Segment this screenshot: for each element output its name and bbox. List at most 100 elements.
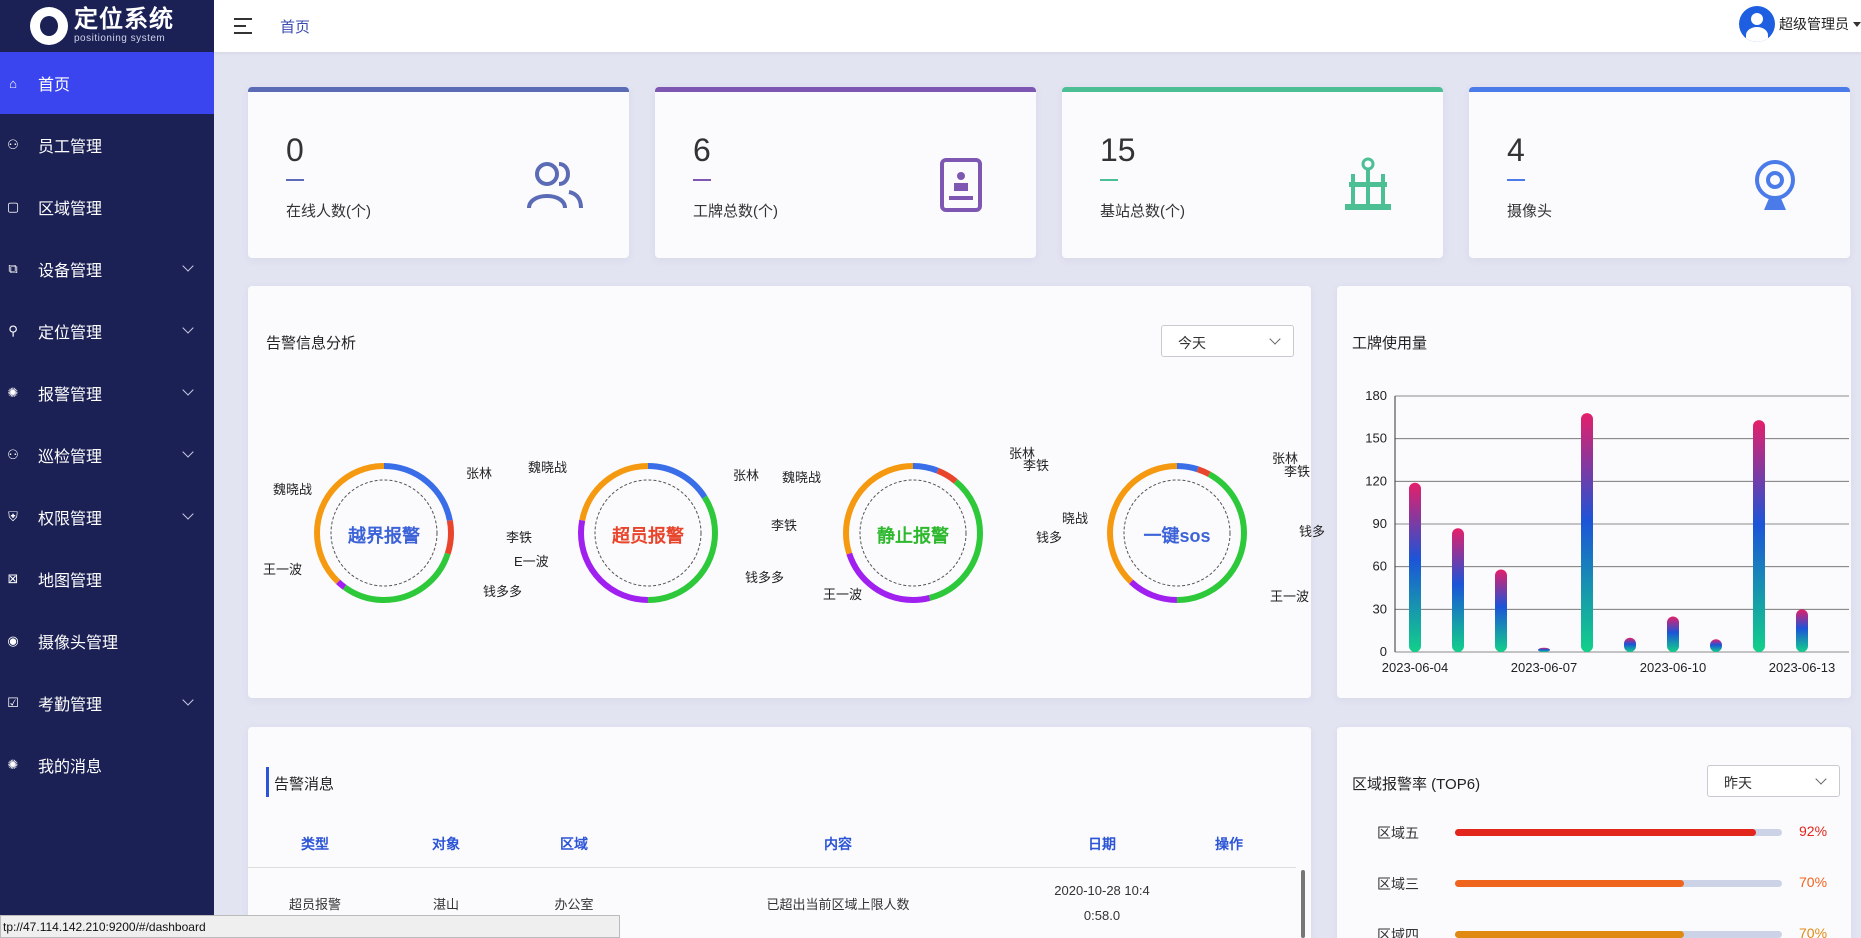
stat-value: 15	[1100, 132, 1136, 168]
y-tick-label: 90	[1373, 516, 1387, 531]
alarm-analysis-title: 告警信息分析	[266, 335, 357, 352]
table-header-cell[interactable]: 对象	[396, 834, 496, 854]
breadcrumb[interactable]: 首页	[280, 16, 310, 37]
stat-underline	[286, 179, 304, 181]
area-rate-value: 70%	[1799, 874, 1828, 890]
x-tick-label: 2023-06-04	[1382, 660, 1449, 675]
sidebar-item-7[interactable]: ⛨ 权限管理	[0, 486, 214, 548]
y-tick-label: 120	[1365, 473, 1387, 488]
area-rate-track	[1455, 880, 1782, 887]
chevron-down-icon	[182, 322, 194, 334]
sidebar-item-3[interactable]: ⧉ 设备管理	[0, 238, 214, 300]
bar[interactable]	[1452, 528, 1464, 652]
avatar[interactable]	[1739, 6, 1775, 42]
bar[interactable]	[1796, 609, 1808, 652]
sidebar-menu: ⌂ 首页 ⚇ 员工管理 ▢ 区域管理 ⧉ 设备管理 ⚲ 定位管理 ✺ 报警管理 ⚇ 巡检管理 ⛨ 权限管理 ⊠ 地…	[0, 52, 214, 796]
sidebar-item-4[interactable]: ⚲ 定位管理	[0, 300, 214, 362]
sidebar-item-0[interactable]: ⌂ 首页	[0, 52, 214, 114]
donut-slice-label: 李铁	[771, 518, 798, 533]
bar[interactable]	[1624, 637, 1636, 652]
x-tick-label: 2023-06-07	[1511, 660, 1578, 675]
y-tick-label: 180	[1365, 388, 1387, 403]
sidebar-item-5[interactable]: ✺ 报警管理	[0, 362, 214, 424]
people-icon	[527, 162, 583, 209]
menu-toggle-icon[interactable]	[234, 18, 254, 34]
sidebar-item-8[interactable]: ⊠ 地图管理	[0, 548, 214, 610]
table-header-cell[interactable]: 区域	[524, 834, 624, 854]
area-rate-label: 区域三	[1377, 876, 1419, 892]
table-divider	[248, 867, 1296, 868]
message-icon: ✺	[7, 757, 19, 772]
table-header-cell[interactable]: 类型	[255, 834, 375, 854]
area-rate-value: 70%	[1799, 925, 1828, 938]
donut-slice-label: 王一波	[263, 562, 303, 577]
app-subtitle: positioning system	[74, 33, 166, 44]
attendance-icon: ☑	[7, 695, 19, 710]
donut-slice-label: 张林	[466, 466, 493, 481]
alarm-period-value: 今天	[1178, 335, 1206, 351]
device-icon: ⧉	[8, 261, 18, 276]
area-rate-row: 区域三 70%	[1337, 871, 1837, 895]
bar[interactable]	[1753, 420, 1765, 652]
alarm-icon: ✺	[7, 385, 19, 400]
donut-center-label: 一键sos	[1143, 526, 1211, 546]
badge-usage-chart: 0 30 60 90 120 150 180 2023-06-04 2023-06-07 2023…	[1365, 388, 1849, 675]
title-accent	[266, 767, 269, 797]
chevron-down-icon	[182, 694, 194, 706]
alarm-messages-title: 告警消息	[274, 776, 335, 793]
sidebar-item-label: 定位管理	[38, 325, 103, 342]
location-pin-icon: ⚲	[8, 323, 18, 338]
donut-slice-label: 李铁	[1023, 458, 1050, 473]
app-title: 定位系统	[74, 6, 174, 33]
sidebar-item-10[interactable]: ☑ 考勤管理	[0, 672, 214, 734]
user-menu[interactable]: 超级管理员	[1739, 6, 1861, 42]
webcam-icon	[1755, 160, 1795, 210]
bar[interactable]	[1495, 569, 1507, 652]
app-logo[interactable]: 定位系统 positioning system	[0, 0, 214, 52]
bar[interactable]	[1409, 482, 1421, 652]
donut-slice-label: 张林	[733, 468, 760, 483]
caret-down-icon[interactable]	[1853, 21, 1861, 27]
chevron-down-icon	[1269, 333, 1281, 345]
table-cell-date: 0:58.0	[1083, 908, 1121, 923]
sidebar-item-11[interactable]: ✺ 我的消息	[0, 734, 214, 796]
bar[interactable]	[1581, 413, 1593, 652]
donut-slice-label: 魏晓战	[273, 482, 313, 497]
table-header-cell[interactable]: 日期	[1032, 834, 1172, 854]
sidebar-item-label: 我的消息	[38, 759, 103, 776]
sidebar-item-1[interactable]: ⚇ 员工管理	[0, 114, 214, 176]
y-tick-label: 60	[1373, 559, 1387, 574]
donut-slice-label: 王一波	[823, 587, 863, 602]
sidebar-item-label: 设备管理	[38, 263, 103, 280]
alarm-messages-panel: 告警消息 类型 对象 区域 内容 日期 操作 超员报警 湛山 办公室 已超出当前区域上限人数 202…	[248, 727, 1311, 938]
camera-icon: ◉	[7, 633, 19, 648]
sidebar-item-label: 巡检管理	[38, 449, 103, 466]
sidebar-item-2[interactable]: ▢ 区域管理	[0, 176, 214, 238]
area-rate-value: 92%	[1799, 823, 1828, 839]
home-icon: ⌂	[9, 75, 17, 91]
bar[interactable]	[1710, 639, 1722, 652]
area-rate-label: 区域五	[1377, 825, 1419, 841]
sidebar-item-6[interactable]: ⚇ 巡检管理	[0, 424, 214, 486]
stat-label: 工牌总数(个)	[693, 203, 778, 220]
bar[interactable]	[1538, 647, 1550, 652]
donut-slice-label: 李铁	[506, 530, 533, 545]
sidebar-item-label: 地图管理	[38, 573, 103, 590]
bar[interactable]	[1667, 616, 1679, 652]
x-tick-label: 2023-06-10	[1640, 660, 1707, 675]
table-header-cell[interactable]: 操作	[1189, 834, 1269, 854]
table-scrollbar[interactable]	[1301, 870, 1305, 938]
area-rate-fill	[1455, 880, 1684, 887]
stat-underline	[693, 179, 711, 181]
alarm-period-select[interactable]: 今天	[1161, 325, 1294, 357]
user-name[interactable]: 超级管理员	[1779, 14, 1849, 34]
table-cell: 超员报警	[288, 897, 341, 912]
table-header-cell[interactable]: 内容	[688, 834, 988, 854]
chevron-down-icon	[182, 508, 194, 520]
alarm-analysis-panel: 告警信息分析 今天 越界报警 魏晓战 张林 李铁 王一波 钱多多 超员报警 魏晓战 张林 李铁 E一…	[248, 286, 1325, 698]
area-period-select[interactable]: 昨天	[1707, 765, 1840, 797]
donut-slice-label: 魏晓战	[528, 460, 568, 475]
donut-center-label: 超员报警	[612, 526, 684, 546]
sidebar-item-9[interactable]: ◉ 摄像头管理	[0, 610, 214, 672]
donut-slice-label: 晓战	[1062, 511, 1089, 526]
